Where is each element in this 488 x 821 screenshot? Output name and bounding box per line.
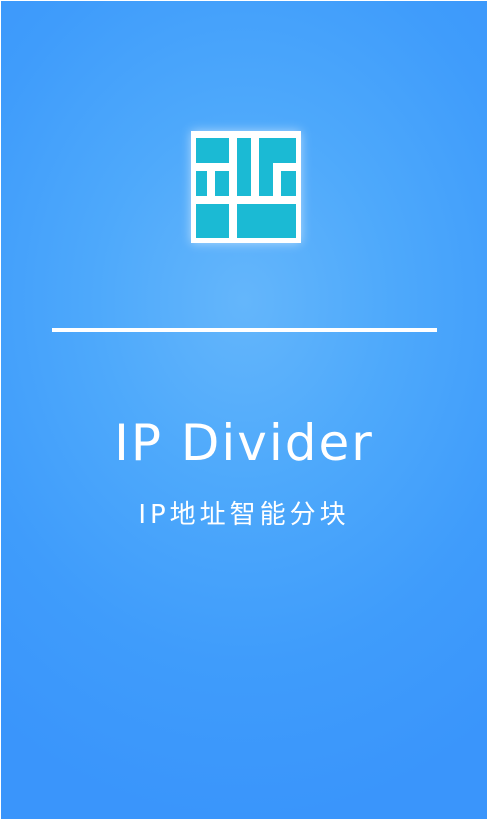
logo-graphic (194, 134, 298, 240)
logo-tile (259, 138, 296, 163)
logo-tile (259, 163, 273, 196)
logo-tile (281, 171, 296, 196)
ip-block-grid-icon (191, 131, 301, 243)
logo-tile (237, 204, 296, 238)
app-title: IP Divider (114, 414, 374, 472)
logo-tile (215, 171, 229, 196)
logo-tile (237, 138, 251, 196)
logo-tile (196, 138, 229, 163)
splash-screen: IP Divider IP地址智能分块 (1, 1, 487, 819)
logo-tile (196, 171, 207, 196)
logo-tile (196, 204, 229, 238)
divider-line (52, 328, 437, 332)
app-subtitle: IP地址智能分块 (138, 500, 350, 530)
